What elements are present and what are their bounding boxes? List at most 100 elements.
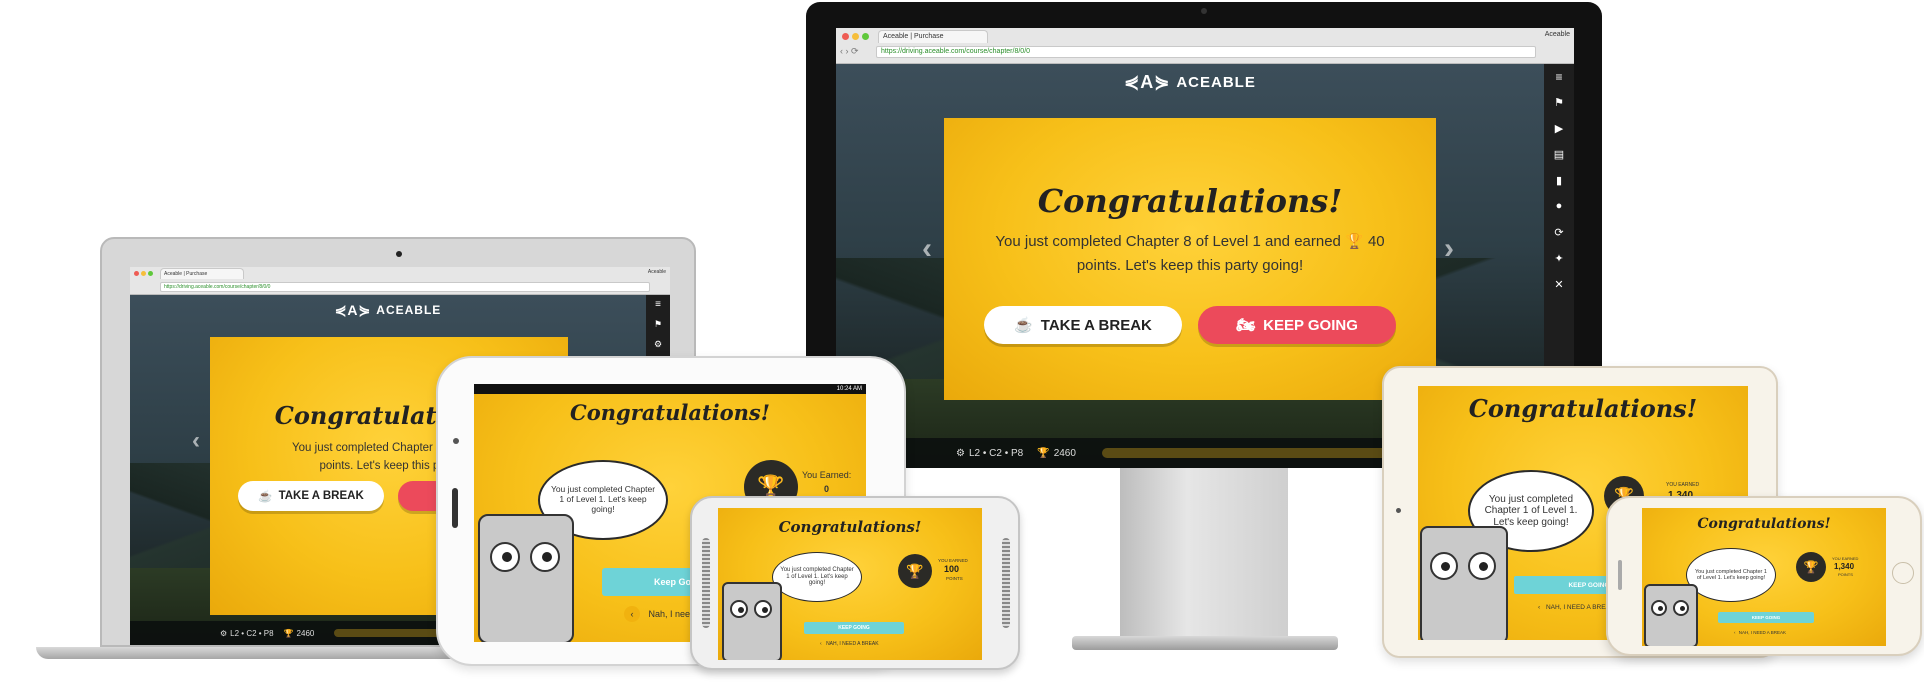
iphone-congrats-title: Congratulations! xyxy=(1697,516,1831,532)
laptop-tab-title: Aceable | Purchase xyxy=(164,271,208,277)
tablet-earned-value: 0 xyxy=(824,484,830,494)
phone-screen: Congratulations! You just completed Chap… xyxy=(718,508,982,660)
phone-earned-value: 100 xyxy=(944,564,960,574)
iphone-speech-bubble: You just completed Chapter 1 of Level 1.… xyxy=(1686,548,1776,602)
minimize-window-button[interactable] xyxy=(852,33,859,40)
iphone-bubble-text: You just completed Chapter 1 of Level 1.… xyxy=(1695,568,1767,581)
browser-tab[interactable]: Aceable | Purchase xyxy=(878,30,988,43)
ipad-congrats-title: Congratulations! xyxy=(1468,394,1698,423)
phone-congrats-title: Congratulations! xyxy=(778,518,922,536)
phone-speaker-grille xyxy=(702,538,710,628)
congrats-card: Congratulations! You just completed Chap… xyxy=(944,118,1436,400)
level-icon: ⚙ xyxy=(956,447,965,459)
ipad-need-break-button[interactable]: ‹ NAH, I NEED A BREAK xyxy=(1538,604,1614,611)
tablet-congrats-title: Congratulations! xyxy=(570,400,770,425)
bookmark-icon[interactable]: ▮ xyxy=(1556,174,1562,200)
laptop-brand-name: ACEABLE xyxy=(376,303,442,317)
phone-you-earned-label: YOU EARNED xyxy=(938,558,968,563)
iphone-speaker xyxy=(1618,560,1622,590)
flag-icon[interactable]: ⚑ xyxy=(1554,96,1564,122)
next-arrow-icon[interactable]: › xyxy=(1444,232,1454,266)
close-icon[interactable]: ✕ xyxy=(1554,278,1563,304)
laptop-menu-icon[interactable]: ≡ xyxy=(655,299,661,319)
aceable-header: ⋞A⋟ ACEABLE xyxy=(836,64,1544,100)
ipad-keep-going-label: KEEP GOING xyxy=(1568,581,1610,589)
laptop-address-bar[interactable]: https://driving.aceable.com/course/chapt… xyxy=(160,282,650,292)
trophy-icon: 🏆 xyxy=(1345,233,1364,250)
phone-trophy-icon: 🏆 xyxy=(898,554,932,588)
url-text: https://driving.aceable.com/course/chapt… xyxy=(881,48,1031,55)
points-value: 40 xyxy=(1367,233,1385,250)
take-a-break-button[interactable]: ☕ TAKE A BREAK xyxy=(984,306,1182,344)
iphone-screen: Congratulations! You just completed Chap… xyxy=(1642,508,1886,646)
laptop-level-label: L2 • C2 • P8 xyxy=(230,628,274,638)
iphone-points-label: POINTS xyxy=(1838,572,1853,577)
laptop-prev-arrow-icon[interactable]: ‹ xyxy=(192,427,200,455)
motorcycle-icon: 🏍 xyxy=(1236,317,1256,334)
monitor-base xyxy=(1072,636,1338,650)
iphone-need-break-button[interactable]: ‹ NAH, I NEED A BREAK xyxy=(1734,630,1786,635)
laptop-close-window-button[interactable] xyxy=(134,271,139,276)
tab-title: Aceable | Purchase xyxy=(883,33,944,40)
laptop-camera xyxy=(396,251,402,257)
tablet-camera xyxy=(453,438,459,444)
tablet-speaker xyxy=(452,488,458,528)
device-showcase: Aceable | Purchase Aceable ‹ › ⟳ https:/… xyxy=(0,0,1924,682)
android-phone: Congratulations! You just completed Chap… xyxy=(690,496,1020,670)
monitor-camera xyxy=(1201,8,1207,14)
laptop-tab-right-label: Aceable xyxy=(647,269,666,275)
address-bar[interactable]: https://driving.aceable.com/course/chapt… xyxy=(876,46,1536,58)
phone-bubble-text: You just completed Chapter 1 of Level 1.… xyxy=(780,566,854,587)
phone-need-break-button[interactable]: ‹ NAH, I NEED A BREAK xyxy=(820,641,879,647)
iphone-trophy-icon: 🏆 xyxy=(1796,552,1826,582)
coffee-cup-icon: ☕ xyxy=(1014,317,1033,334)
phone-need-break-label: NAH, I NEED A BREAK xyxy=(826,641,879,647)
iphone-robot-mascot xyxy=(1644,584,1698,646)
iphone-back-arrow-icon: ‹ xyxy=(1734,630,1736,635)
laptop-browser-tab[interactable]: Aceable | Purchase xyxy=(160,268,244,279)
ipad-back-arrow-icon: ‹ xyxy=(1538,604,1541,611)
aceable-logo-icon: ⋞A⋟ xyxy=(1124,71,1171,92)
keep-going-label: KEEP GOING xyxy=(1263,316,1358,334)
maximize-window-button[interactable] xyxy=(862,33,869,40)
tablet-back-arrow-icon: ‹ xyxy=(624,606,640,622)
iphone-you-earned-label: YOU EARNED xyxy=(1832,556,1859,561)
congrats-title: Congratulations! xyxy=(1037,182,1343,220)
laptop-level-icon: ⚙ xyxy=(220,628,228,638)
phone-speaker-grille-right xyxy=(1002,538,1010,628)
close-window-button[interactable] xyxy=(842,33,849,40)
play-icon[interactable]: ▶ xyxy=(1555,122,1563,148)
prev-arrow-icon[interactable]: ‹ xyxy=(922,232,932,266)
message-line-1: You just completed Chapter 8 of Level 1 … xyxy=(995,233,1341,250)
lightbulb-icon[interactable]: ✦ xyxy=(1554,252,1563,278)
tab-right-label: Aceable xyxy=(1544,31,1570,38)
tablet-bubble-text: You just completed Chapter 1 of Level 1.… xyxy=(550,484,656,514)
ipad-camera xyxy=(1396,508,1401,513)
laptop-aceable-logo-icon: ⋞A⋟ xyxy=(334,301,372,318)
ipad-bubble-text: You just completed Chapter 1 of Level 1.… xyxy=(1484,493,1578,528)
book-icon[interactable]: ▤ xyxy=(1554,148,1564,174)
phone-points-label: POINTS xyxy=(946,576,963,581)
phone-speech-bubble: You just completed Chapter 1 of Level 1.… xyxy=(772,552,862,602)
iphone-keep-going-button[interactable]: KEEP GOING xyxy=(1718,612,1814,623)
iphone-home-button[interactable] xyxy=(1892,562,1914,584)
laptop-take-a-break-label: TAKE A BREAK xyxy=(278,490,364,502)
laptop-score-trophy-icon: 🏆 xyxy=(283,628,294,638)
user-icon[interactable]: ● xyxy=(1556,200,1563,226)
keep-going-button[interactable]: 🏍 KEEP GOING xyxy=(1198,306,1396,344)
laptop-aceable-header: ⋞A⋟ ACEABLE xyxy=(130,295,646,325)
phone-keep-going-button[interactable]: KEEP GOING xyxy=(804,622,904,634)
laptop-score-value: 2460 xyxy=(296,628,315,638)
monitor-stand xyxy=(1120,468,1288,640)
laptop-flag-icon[interactable]: ⚑ xyxy=(654,319,662,339)
back-icon[interactable]: ‹ › ⟳ xyxy=(840,46,859,57)
congrats-message: You just completed Chapter 8 of Level 1 … xyxy=(964,230,1416,278)
browser-chrome: Aceable | Purchase Aceable ‹ › ⟳ https:/… xyxy=(836,28,1574,64)
phone-keep-going-label: KEEP GOING xyxy=(838,625,870,631)
iphone-need-break-label: NAH, I NEED A BREAK xyxy=(1738,630,1787,635)
refresh-icon[interactable]: ⟳ xyxy=(1554,226,1563,252)
menu-icon[interactable]: ≡ xyxy=(1555,70,1562,96)
laptop-take-a-break-button[interactable]: ☕ TAKE A BREAK xyxy=(238,481,384,511)
laptop-maximize-window-button[interactable] xyxy=(148,271,153,276)
laptop-minimize-window-button[interactable] xyxy=(141,271,146,276)
